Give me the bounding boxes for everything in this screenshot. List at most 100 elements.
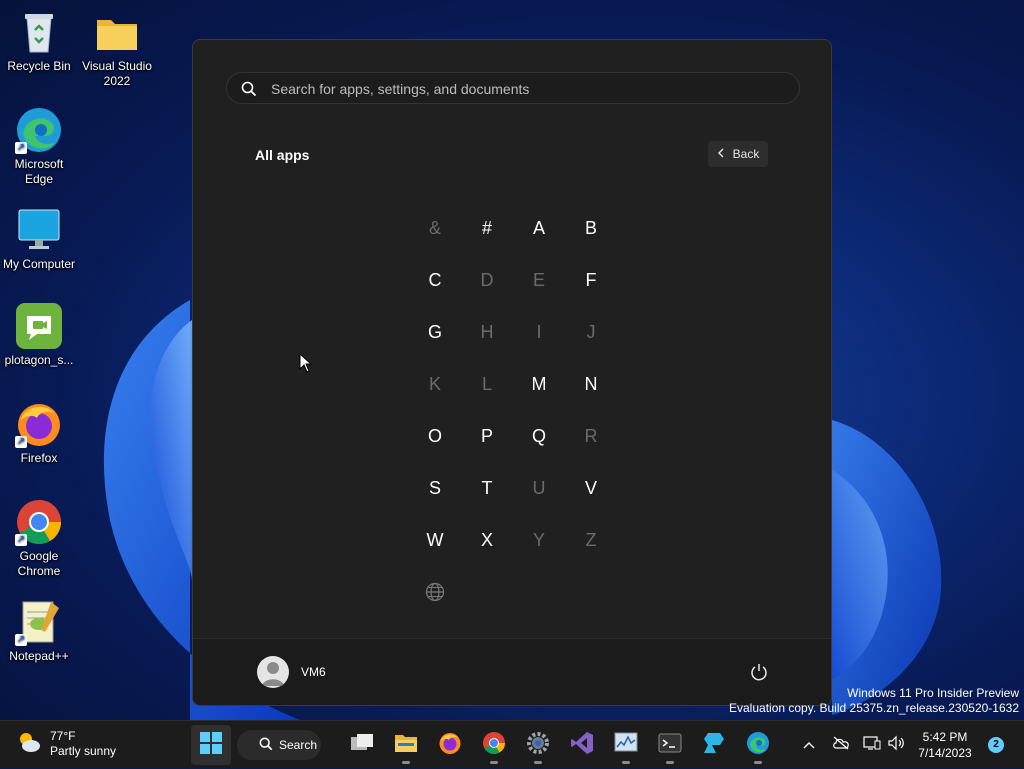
desktop-icon-plotagon[interactable]: plotagon_s...	[0, 302, 78, 368]
chrome-icon	[482, 731, 506, 760]
search-icon	[241, 81, 257, 102]
letter-q[interactable]: Q	[513, 410, 565, 462]
shortcut-arrow-icon: ↗	[15, 436, 27, 448]
taskbar-settings[interactable]	[518, 725, 558, 765]
taskbar-chrome[interactable]	[474, 725, 514, 765]
letter-g[interactable]: G	[409, 306, 461, 358]
taskbar-clock[interactable]: 5:42 PM 7/14/2023	[910, 729, 980, 761]
letter-c[interactable]: C	[409, 254, 461, 306]
volume-tray-button[interactable]	[886, 721, 906, 769]
recycle-bin-icon	[15, 8, 63, 56]
file-explorer-icon	[394, 732, 418, 759]
taskbar-edge[interactable]	[738, 725, 778, 765]
letter-i: I	[536, 321, 542, 342]
start-search-box[interactable]	[226, 72, 800, 105]
show-hidden-icons-button[interactable]	[800, 721, 818, 769]
notification-badge[interactable]: 2	[988, 737, 1004, 753]
desktop-icon-notepad-plus-plus[interactable]: ↗ Notepad++	[0, 598, 78, 664]
shortcut-arrow-icon: ↗	[15, 534, 27, 546]
letter-r: R	[584, 425, 598, 446]
start-button[interactable]	[191, 725, 231, 765]
desktop-icon-label: Recycle Bin	[7, 59, 71, 73]
resource-monitor-icon	[614, 732, 638, 759]
desktop-icon-visual-studio-2022[interactable]: Visual Studio 2022	[78, 8, 156, 89]
edge-icon: ↗	[15, 106, 63, 154]
monitor-icon	[15, 206, 63, 254]
desktop-icon-firefox[interactable]: ↗ Firefox	[0, 400, 78, 466]
desktop-icon-microsoft-edge[interactable]: ↗ Microsoft Edge	[0, 106, 78, 187]
letter-k: K	[428, 373, 441, 394]
letter-t[interactable]: T	[461, 462, 513, 514]
firefox-icon	[438, 731, 462, 760]
desktop-icon-my-computer[interactable]: My Computer	[0, 206, 78, 272]
firefox-icon: ↗	[15, 400, 63, 448]
onedrive-offline-icon	[832, 736, 850, 755]
letter-o[interactable]: O	[409, 410, 461, 462]
taskbar: 77°F Partly sunny Search 5:42 PM 7/14/20…	[0, 720, 1024, 768]
task-view-button[interactable]	[342, 725, 382, 765]
letter-l: L	[481, 373, 492, 394]
speaker-icon	[887, 735, 905, 756]
desktop-icon-google-chrome[interactable]: ↗ Google Chrome	[0, 498, 78, 579]
search-icon	[259, 737, 273, 754]
taskbar-terminal[interactable]	[650, 725, 690, 765]
letter-d: D	[480, 269, 494, 290]
desktop-icon-label: Google Chrome	[17, 549, 61, 578]
letter-hash[interactable]: #	[461, 202, 513, 254]
back-button[interactable]: Back	[708, 141, 768, 167]
taskbar-visual-studio[interactable]	[562, 725, 602, 765]
partly-sunny-icon	[16, 729, 42, 759]
shortcut-arrow-icon: ↗	[15, 142, 27, 154]
letter-w[interactable]: W	[409, 514, 461, 566]
letter-s[interactable]: S	[409, 462, 461, 514]
network-tray-button[interactable]	[862, 721, 882, 769]
power-icon[interactable]	[749, 662, 769, 687]
notepad-plus-plus-icon: ↗	[15, 598, 63, 646]
mouse-cursor-icon	[299, 352, 313, 378]
letter-n[interactable]: N	[565, 358, 617, 410]
chevron-left-icon	[717, 147, 725, 161]
watermark-line-1: Windows 11 Pro Insider Preview	[847, 686, 1019, 700]
azure-data-studio-icon	[702, 731, 726, 760]
weather-desc: Partly sunny	[50, 744, 117, 758]
taskbar-search-button[interactable]: Search	[237, 730, 321, 760]
user-name[interactable]: VM6	[301, 665, 326, 679]
letter-j: J	[586, 321, 596, 342]
running-indicator	[490, 761, 498, 764]
shortcut-arrow-icon: ↗	[15, 634, 27, 646]
letter-v[interactable]: V	[565, 462, 617, 514]
desktop-icon-label: Microsoft Edge	[14, 157, 64, 186]
onedrive-tray-button[interactable]	[830, 721, 852, 769]
watermark-line-2: Evaluation copy. Build 25375.zn_release.…	[729, 701, 1019, 715]
letter-p[interactable]: P	[461, 410, 513, 462]
desktop-icon-recycle-bin[interactable]: Recycle Bin	[0, 8, 78, 74]
letter-f[interactable]: F	[565, 254, 617, 306]
letter-x[interactable]: X	[461, 514, 513, 566]
clock-date: 7/14/2023	[918, 746, 972, 760]
clock-time: 5:42 PM	[922, 730, 968, 744]
all-apps-title: All apps	[255, 147, 310, 163]
start-search-input[interactable]	[269, 73, 793, 105]
folder-icon	[93, 8, 141, 56]
running-indicator	[666, 761, 674, 764]
back-button-label: Back	[732, 147, 760, 161]
letter-b[interactable]: B	[565, 202, 617, 254]
taskbar-resource-monitor[interactable]	[606, 725, 646, 765]
taskbar-file-explorer[interactable]	[386, 725, 426, 765]
weather-widget[interactable]: 77°F Partly sunny	[16, 729, 116, 759]
user-avatar[interactable]	[257, 656, 289, 688]
edge-icon	[746, 731, 770, 760]
visual-studio-icon	[570, 731, 594, 760]
task-view-icon	[350, 733, 374, 758]
taskbar-search-label: Search	[279, 738, 318, 752]
running-indicator	[534, 761, 542, 764]
letter-z: Z	[585, 529, 597, 550]
running-indicator	[754, 761, 762, 764]
taskbar-azure-data-studio[interactable]	[694, 725, 734, 765]
chevron-up-icon	[803, 736, 815, 754]
taskbar-firefox[interactable]	[430, 725, 470, 765]
letter-m[interactable]: M	[513, 358, 565, 410]
alphabet-jump-grid: & # A B C D E F G H I J K L M N O P Q R S T U V W X Y Z	[409, 202, 619, 618]
desktop-icon-label: plotagon_s...	[4, 353, 74, 367]
letter-a[interactable]: A	[513, 202, 565, 254]
